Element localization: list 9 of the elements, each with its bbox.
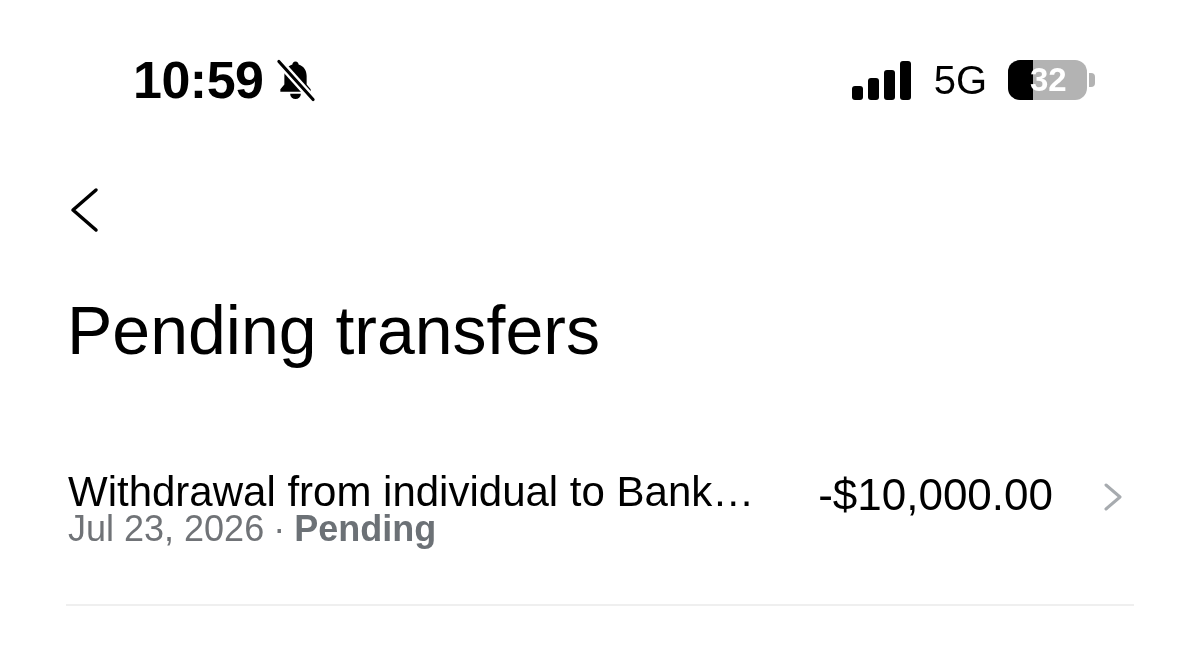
transfer-title: Withdrawal from individual to Bank… xyxy=(68,470,756,514)
back-button[interactable] xyxy=(68,187,100,233)
signal-icon xyxy=(851,60,912,100)
separator-dot: · xyxy=(273,512,286,546)
chevron-left-icon xyxy=(68,187,100,233)
transfer-date: Jul 23, 2026 xyxy=(68,512,265,546)
status-time: 10:59 xyxy=(133,54,264,106)
transfer-amount: -$10,000.00 xyxy=(818,472,1053,518)
network-type: 5G xyxy=(933,60,987,100)
